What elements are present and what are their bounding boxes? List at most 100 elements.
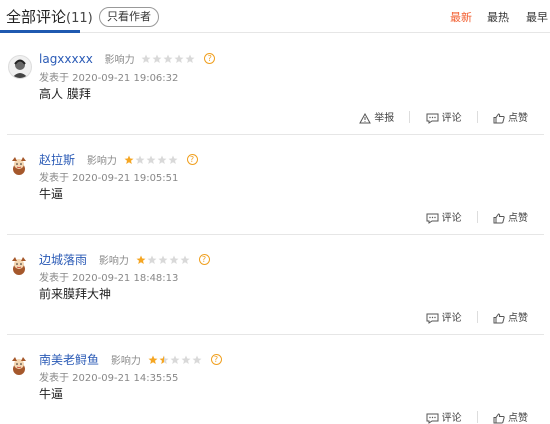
comment-time: 发表于 2020-09-21 14:35:55 [39,373,179,384]
comment-icon [426,313,439,324]
action-divider [476,210,478,223]
like-button[interactable]: 点赞 [493,309,528,324]
comment-icon [426,213,439,224]
user-row: 边城落雨 影响力 ? [39,251,210,269]
reply-button[interactable]: 评论 [426,309,462,324]
action-divider [476,110,478,123]
star-empty-icon [169,255,179,264]
influence-stars [141,52,196,66]
influence-stars [148,353,203,367]
comment-time: 发表于 2020-09-21 19:05:51 [39,173,179,184]
like-button[interactable]: 点赞 [493,109,528,124]
avatar[interactable] [8,255,30,277]
user-row: 赵拉斯 影响力 ? [39,151,198,169]
comment-icon [426,413,439,424]
comment-actions: 评论 点赞 [414,409,528,424]
comments-header: 全部评论(11) 只看作者 最新 最热 最早 [0,0,550,33]
help-icon[interactable]: ? [204,53,216,64]
comment-actions: 评论 点赞 [414,309,528,324]
influence-label: 影响力 [104,55,135,66]
sort-newest-tab[interactable]: 最新 [450,9,472,25]
like-label: 点赞 [508,213,528,224]
like-label: 点赞 [508,413,528,424]
thumbs-up-icon [493,212,505,223]
star-empty-icon [135,155,145,164]
comment-text: 前来膜拜大神 [39,287,112,301]
reply-label: 评论 [441,413,462,424]
star-empty-icon [168,155,178,164]
comment-text: 牛逼 [39,387,64,401]
warning-icon [359,112,372,123]
only-author-button[interactable]: 只看作者 [99,7,159,27]
sort-earliest-tab[interactable]: 最早 [526,9,548,25]
comment-icon [426,113,439,124]
star-empty-icon [146,155,156,164]
star-empty-icon [141,54,151,63]
action-divider [476,410,478,423]
reply-button[interactable]: 评论 [426,109,462,124]
like-label: 点赞 [508,313,528,324]
action-divider [476,310,478,323]
star-empty-icon [192,355,202,364]
star-empty-icon [157,155,167,164]
influence-stars [124,153,179,167]
comment-divider [7,134,544,135]
influence-label: 影响力 [86,156,117,167]
user-row: lagxxxxx 影响力 ? [39,51,216,69]
star-empty-icon [180,255,190,264]
like-label: 点赞 [508,113,528,124]
username-link[interactable]: 边城落雨 [39,251,87,268]
comment-actions: 评论 点赞 [414,209,528,224]
username-link[interactable]: 南美老鲟鱼 [39,351,99,368]
influence-label: 影响力 [98,256,129,267]
avatar[interactable] [8,55,32,79]
action-divider [409,110,411,123]
thumbs-up-icon [493,312,505,323]
star-half-icon [159,355,169,364]
comment-divider [7,234,544,235]
sort-hottest-tab[interactable]: 最热 [487,9,509,25]
like-button[interactable]: 点赞 [493,209,528,224]
star-empty-icon [152,54,162,63]
avatar[interactable] [8,155,30,177]
reply-label: 评论 [441,213,462,224]
comment-actions: 举报 评论 点赞 [347,109,528,124]
star-filled-icon [148,355,158,364]
help-icon[interactable]: ? [186,154,198,165]
comment-time: 发表于 2020-09-21 19:06:32 [39,73,179,84]
star-filled-icon [124,155,134,164]
comment-divider [7,334,544,335]
active-tab-underline [0,30,80,33]
star-empty-icon [158,255,168,264]
avatar[interactable] [8,355,30,377]
reply-label: 评论 [441,313,462,324]
comment-time: 发表于 2020-09-21 18:48:13 [39,273,179,284]
comments-title: 全部评论(11) [6,6,93,27]
reply-button[interactable]: 评论 [426,409,462,424]
influence-label: 影响力 [110,356,141,367]
thumbs-up-icon [493,412,505,423]
thumbs-up-icon [493,112,505,123]
star-empty-icon [163,54,173,63]
star-empty-icon [170,355,180,364]
like-button[interactable]: 点赞 [493,409,528,424]
reply-button[interactable]: 评论 [426,209,462,224]
star-empty-icon [174,54,184,63]
influence-stars [136,253,191,267]
comment-text: 牛逼 [39,187,64,201]
reply-label: 评论 [441,113,462,124]
username-link[interactable]: lagxxxxx [39,52,93,66]
user-row: 南美老鲟鱼 影响力 ? [39,351,222,369]
help-icon[interactable]: ? [210,354,222,365]
star-filled-icon [136,255,146,264]
star-empty-icon [181,355,191,364]
help-icon[interactable]: ? [198,254,210,265]
username-link[interactable]: 赵拉斯 [39,151,75,168]
report-label: 举报 [374,113,395,124]
comment-text: 高人 膜拜 [39,87,91,101]
comments-count: (11) [66,11,93,26]
star-empty-icon [185,54,195,63]
comments-title-label: 全部评论 [6,8,67,26]
report-button[interactable]: 举报 [359,109,394,124]
star-empty-icon [147,255,157,264]
